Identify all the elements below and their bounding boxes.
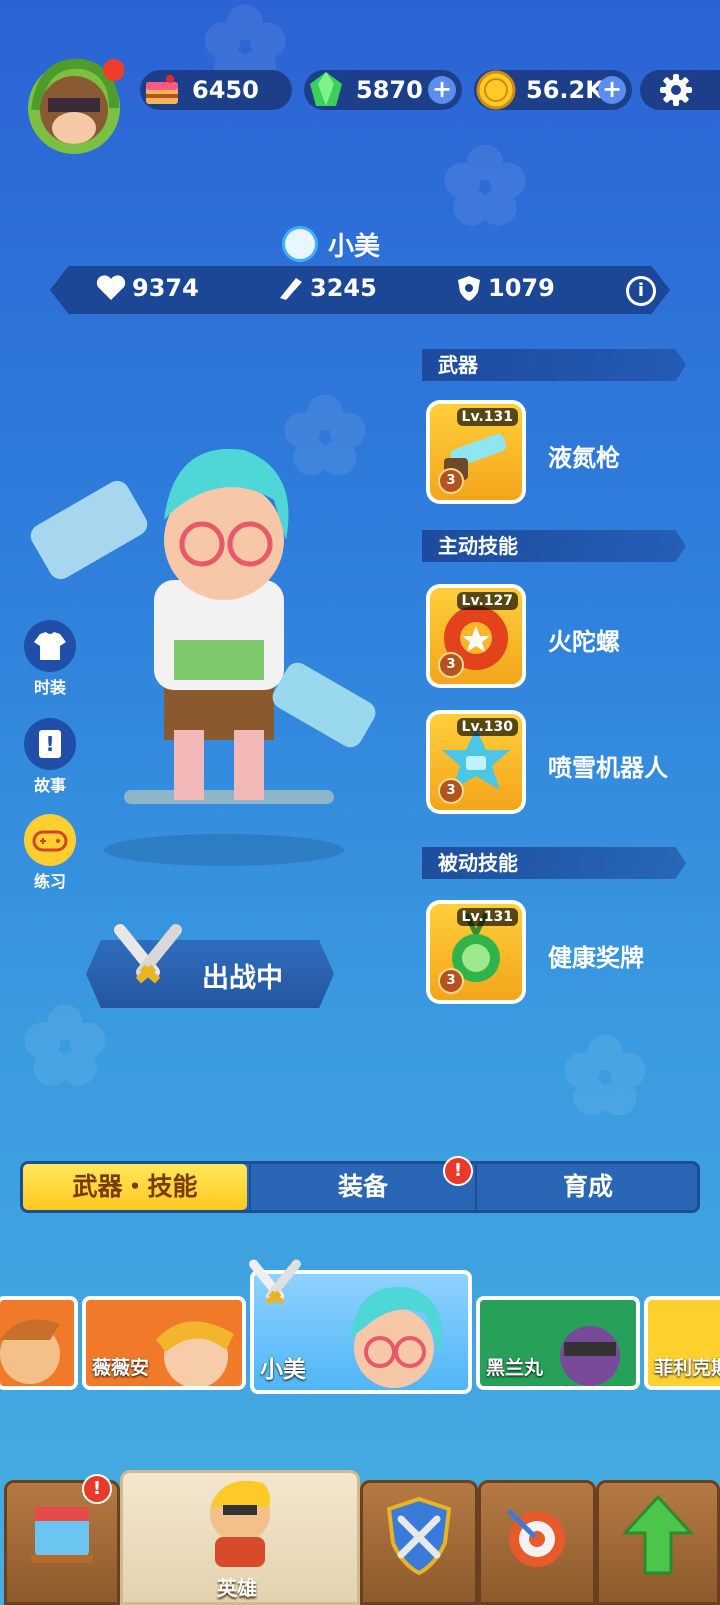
hp-stat: 9374 — [96, 274, 199, 302]
active-skill-2-name: 喷雪机器人 — [548, 754, 668, 782]
active-skill-1-name: 火陀螺 — [548, 628, 620, 656]
shirt-icon — [34, 632, 66, 660]
in-battle-swords-icon — [249, 1259, 301, 1305]
coin-resource: 56.2K + — [474, 70, 632, 110]
coin-count: 56.2K — [526, 76, 604, 104]
hp-value: 9374 — [132, 274, 199, 302]
shop-alert-badge: ! — [82, 1474, 112, 1504]
avatar-portrait-icon — [28, 58, 125, 154]
hero-nav-icon — [210, 1480, 271, 1567]
roster-hero-card[interactable]: 菲利克斯 — [644, 1296, 720, 1390]
cake-count: 6450 — [192, 76, 259, 104]
story-button[interactable]: ! — [24, 718, 76, 770]
defense-stat: 1079 — [456, 274, 555, 302]
tab-weapons-skills[interactable]: 武器・技能 — [23, 1164, 247, 1210]
roster-hero-name: 小美 — [260, 1357, 306, 1383]
in-battle-label: 出战中 — [202, 963, 283, 994]
weapon-card[interactable]: Lv.131 3 — [426, 400, 526, 504]
active-skill-2-card[interactable]: Lv.130 3 — [426, 710, 526, 814]
section-weapon-header: 武器 — [422, 349, 686, 381]
bg-flower-icon — [24, 1004, 106, 1086]
svg-text:!: ! — [45, 732, 54, 756]
active-skill-2-level: Lv.130 — [456, 718, 518, 736]
info-icon: i — [637, 280, 645, 301]
passive-skill-level: Lv.131 — [456, 908, 518, 926]
nav-target-tab[interactable] — [478, 1480, 596, 1605]
info-button[interactable]: i — [626, 276, 656, 306]
upgrade-arrow-icon — [621, 1494, 695, 1575]
section-active-header: 主动技能 — [422, 530, 686, 562]
gem-icon — [310, 72, 342, 106]
gem-count: 5870 — [356, 76, 423, 104]
bg-flower-icon — [564, 1034, 646, 1116]
hero-portrait-icon — [0, 1319, 60, 1384]
roster-hero-card[interactable]: 薇薇安 — [82, 1296, 246, 1390]
roster-hero-name: 菲利克斯 — [654, 1357, 720, 1379]
hero-character-illustration — [30, 448, 376, 866]
defense-value: 1079 — [488, 274, 555, 302]
costume-button[interactable] — [24, 620, 76, 672]
hero-name: 小美 — [328, 231, 381, 262]
coin-icon — [476, 70, 516, 110]
equipment-alert-badge: ! — [443, 1156, 473, 1186]
story-label: 故事 — [33, 776, 66, 795]
active-skill-1-rank: 3 — [438, 652, 464, 678]
gem-resource: 5870 + — [304, 70, 462, 110]
nav-battle-tab[interactable] — [360, 1480, 478, 1605]
costume-label: 时装 — [33, 678, 66, 697]
tab-equipment[interactable]: 装备 — [249, 1164, 475, 1210]
roster-hero-card[interactable]: 黑兰丸 — [476, 1296, 640, 1390]
roster-hero-name: 薇薇安 — [92, 1357, 150, 1379]
target-icon — [507, 1509, 565, 1567]
tab-training[interactable]: 育成 — [475, 1164, 699, 1210]
attack-icon — [280, 278, 302, 300]
weapon-rank: 3 — [438, 468, 464, 494]
active-skill-2-rank: 3 — [438, 778, 464, 804]
cake-icon — [146, 75, 178, 104]
roster-hero-card[interactable] — [0, 1296, 78, 1390]
active-skill-1-card[interactable]: Lv.127 3 — [426, 584, 526, 688]
nav-hero-label: 英雄 — [217, 1576, 257, 1600]
crossed-swords-icon — [114, 924, 182, 984]
passive-skill-name: 健康奖牌 — [548, 944, 644, 972]
heart-icon — [96, 275, 126, 300]
weapon-level: Lv.131 — [456, 408, 518, 426]
practice-button[interactable] — [24, 814, 76, 866]
section-passive-header: 被动技能 — [422, 847, 686, 879]
gear-icon — [660, 74, 692, 106]
attack-value: 3245 — [310, 274, 377, 302]
hero-name-row: 小美 — [282, 224, 380, 264]
bg-flower-icon — [444, 144, 526, 226]
tab-bar: 武器・技能 装备 育成 — [20, 1161, 700, 1213]
passive-skill-card[interactable]: Lv.131 3 — [426, 900, 526, 1004]
weapon-name: 液氮枪 — [548, 444, 620, 472]
active-skill-1-level: Lv.127 — [456, 592, 518, 610]
add-gems-button[interactable]: + — [428, 76, 456, 104]
passive-skill-rank: 3 — [438, 968, 464, 994]
battle-shield-icon — [386, 1496, 452, 1576]
gamepad-icon — [32, 830, 68, 852]
cake-resource: 6450 — [140, 70, 292, 110]
roster-hero-name: 黑兰丸 — [486, 1357, 544, 1379]
settings-button[interactable] — [640, 70, 720, 110]
add-coins-button[interactable]: + — [598, 76, 626, 104]
nav-upgrade-tab[interactable] — [596, 1480, 720, 1605]
practice-label: 练习 — [33, 872, 66, 891]
hero-class-icon — [282, 226, 318, 262]
shield-icon — [458, 276, 480, 301]
story-icon: ! — [39, 730, 61, 758]
attack-stat: 3245 — [276, 274, 377, 302]
player-avatar[interactable] — [22, 50, 125, 162]
